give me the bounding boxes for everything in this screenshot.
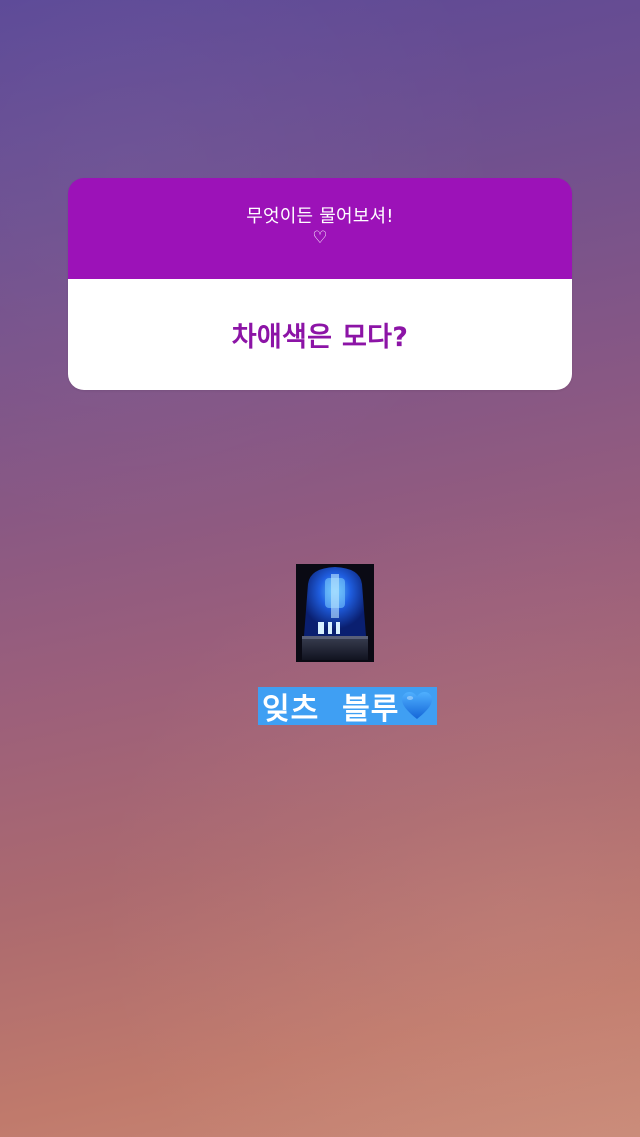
question-sticker[interactable]: 무엇이든 물어보셔! ♡ 차애색은 모다? xyxy=(68,178,572,390)
siren-light-icon[interactable] xyxy=(296,564,374,662)
caption-text: 잊츠 블루 xyxy=(262,692,400,727)
question-prompt: 무엇이든 물어보셔! xyxy=(246,206,394,227)
caption-highlight[interactable]: 잊츠 블루 xyxy=(258,687,438,727)
heart-outline-icon: ♡ xyxy=(312,228,328,248)
blue-heart-icon xyxy=(401,691,433,721)
question-sticker-header: 무엇이든 물어보셔! ♡ xyxy=(68,178,572,279)
question-sticker-body: 차애색은 모다? xyxy=(68,279,572,390)
question-answer-text: 차애색은 모다? xyxy=(231,322,409,353)
